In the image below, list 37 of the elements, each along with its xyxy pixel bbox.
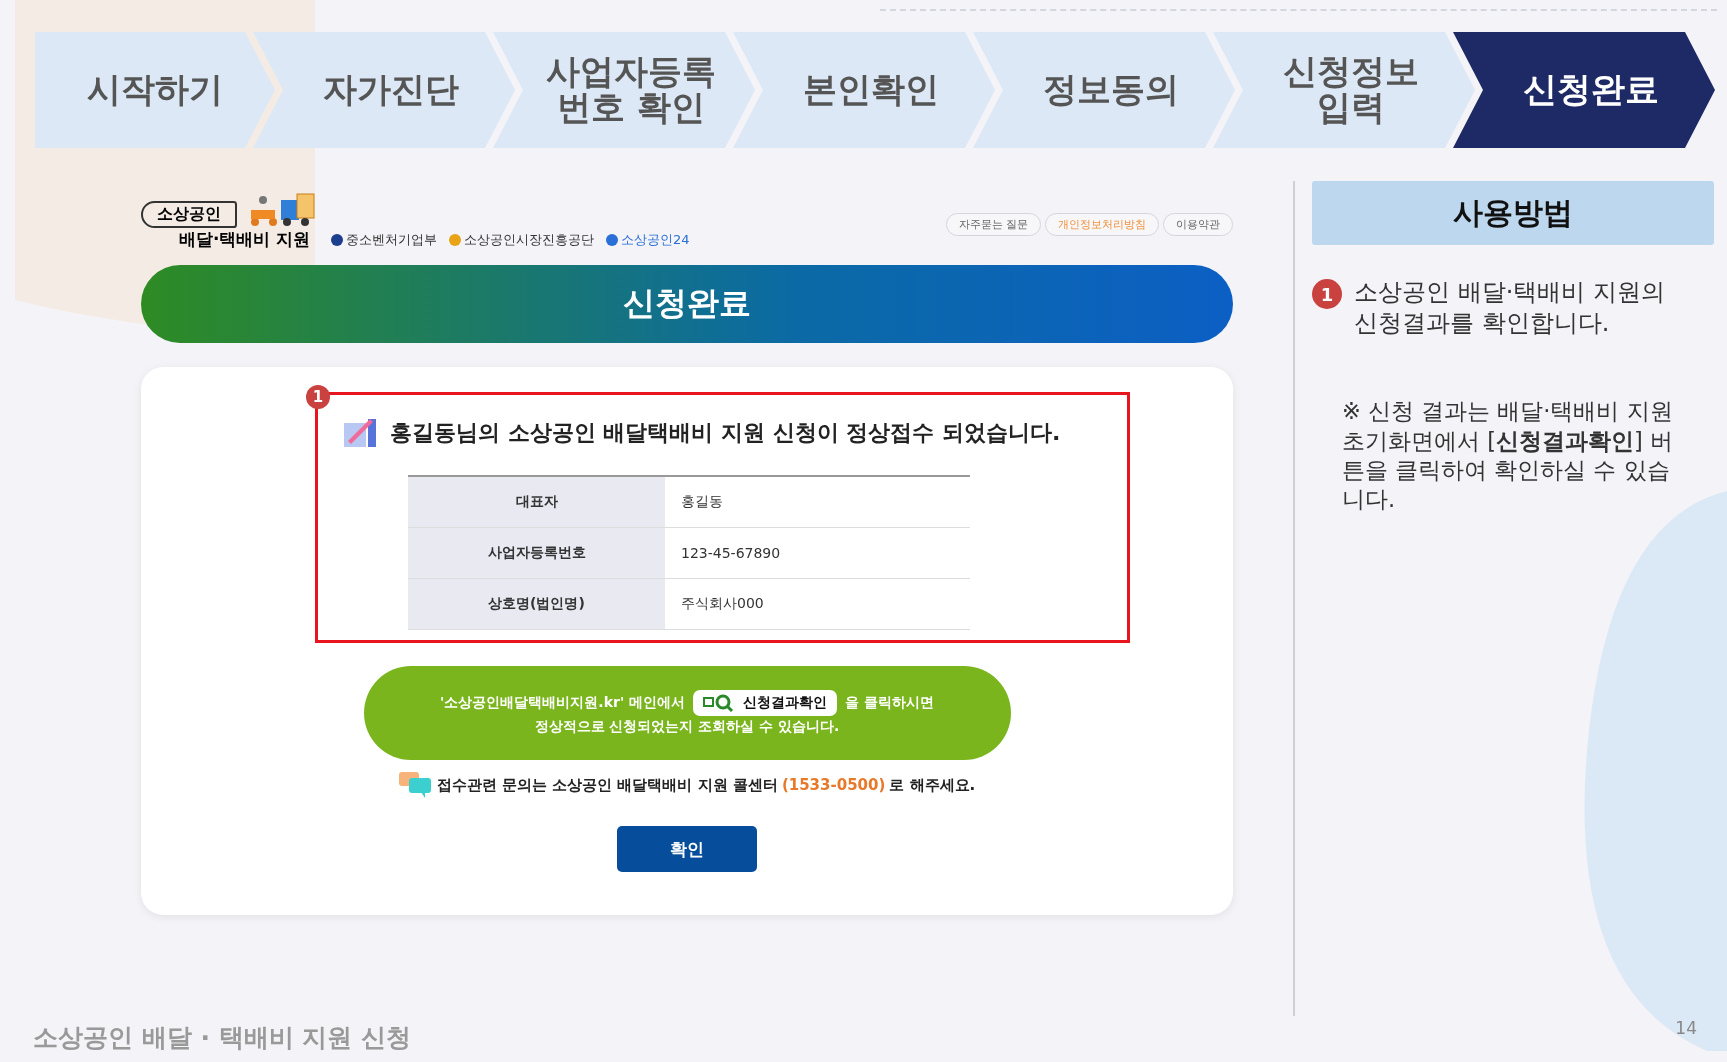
agency-logo: 중소벤처기업부 bbox=[331, 231, 437, 249]
contact-text: 로 해주세요. bbox=[889, 775, 976, 795]
notice-text: 정상적으로 신청되었는지 조회하실 수 있습니다. bbox=[534, 718, 840, 736]
step-tab[interactable]: 시작하기 bbox=[35, 32, 275, 148]
header-link[interactable]: 자주묻는 질문 bbox=[945, 213, 1041, 236]
step-tab[interactable]: 본인확인 bbox=[733, 32, 995, 148]
guide-note: ※ 신청 결과는 배달·택배비 지원 초기화면에서 [신청결과확인] 버튼을 클릭하여 확인하실 수 있습니다. bbox=[1342, 397, 1674, 515]
table-cell: 123-45-67890 bbox=[665, 527, 970, 579]
table-header: 사업자등록번호 bbox=[408, 527, 665, 579]
step-tab[interactable]: 정보동의 bbox=[973, 32, 1235, 148]
page-title-bar: 신청완료 bbox=[141, 265, 1233, 343]
table-header: 대표자 bbox=[408, 476, 665, 528]
step-tab[interactable]: 자가진단 bbox=[253, 32, 515, 148]
step-tab[interactable]: 신청완료 bbox=[1453, 32, 1715, 148]
table-cell: 홍길동 bbox=[665, 476, 970, 528]
page-number: 14 bbox=[1675, 1018, 1697, 1038]
logo-drawing: 소상공인 배달·택배비 지원 bbox=[141, 192, 315, 251]
agency-logo: 소상공인시장진흥공단 bbox=[449, 231, 594, 249]
table-header: 상호명(법인명) bbox=[408, 578, 665, 630]
step-marker: 1 bbox=[306, 385, 330, 409]
phone-number: (1533-0500) bbox=[781, 776, 886, 794]
confirm-button[interactable]: 확인 bbox=[617, 826, 757, 872]
notice-text: 을 클릭하시면 bbox=[845, 694, 934, 712]
notice-text: '소상공인배달택배비지원.kr' 메인에서 bbox=[440, 694, 686, 712]
result-check-button[interactable]: 신청결과확인 bbox=[693, 690, 838, 716]
agency-logo: 소상공인24 bbox=[606, 231, 690, 249]
header-link[interactable]: 이용약관 bbox=[1163, 213, 1233, 236]
footer-title: 소상공인 배달 · 택배비 지원 신청 bbox=[33, 1022, 411, 1054]
chat-icon bbox=[398, 772, 433, 798]
guide-title: 사용방법 bbox=[1312, 181, 1714, 245]
contact-text: 접수관련 문의는 소상공인 배달택배비 지원 콜센터 bbox=[436, 775, 778, 795]
table-cell: 주식회사000 bbox=[665, 578, 970, 630]
confirmation-message: 홍길동님의 소상공인 배달택배비 지원 신청이 정상접수 되었습니다. bbox=[390, 419, 1061, 447]
step-tab[interactable]: 사업자등록 번호 확인 bbox=[493, 32, 755, 148]
step-tab[interactable]: 신청정보 입력 bbox=[1213, 32, 1475, 148]
guide-text: 소상공인 배달·택배비 지원의 신청결과를 확인합니다. bbox=[1354, 277, 1666, 340]
step-marker: 1 bbox=[1312, 279, 1342, 309]
